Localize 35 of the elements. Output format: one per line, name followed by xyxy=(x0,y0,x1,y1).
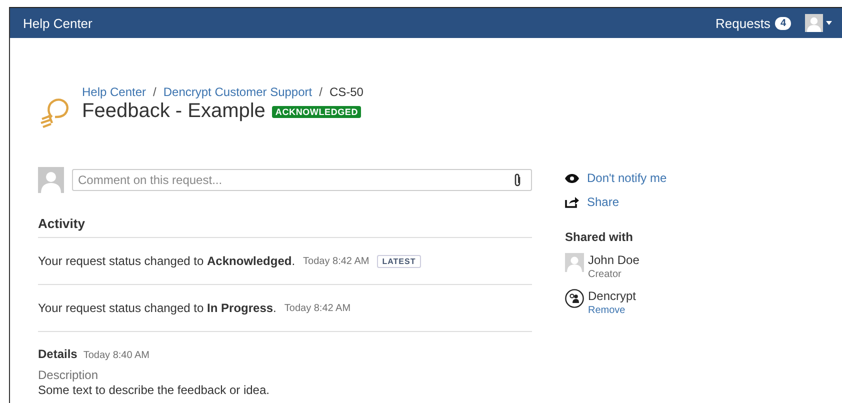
person-name: John Doe xyxy=(588,253,640,267)
requests-link[interactable]: Requests xyxy=(716,16,770,30)
shared-with-heading: Shared with xyxy=(565,230,634,244)
sidebar-action-link[interactable]: Share xyxy=(587,195,620,209)
share-icon xyxy=(565,196,579,208)
caret-icon[interactable] xyxy=(826,21,832,25)
activity-text: Your request status changed to Acknowledged. xyxy=(38,254,296,268)
eye-icon xyxy=(565,174,579,182)
breadcrumb-link[interactable]: Dencrypt Customer Support xyxy=(163,85,312,99)
field-label: Description xyxy=(38,368,100,382)
requests-count: 4 xyxy=(775,16,791,30)
paperclip-icon[interactable] xyxy=(513,173,522,187)
activity-time: Today 8:42 AM xyxy=(284,302,351,314)
person-role: Creator xyxy=(588,269,622,280)
breadcrumb-separator: / xyxy=(319,85,322,99)
breadcrumb-link[interactable]: Help Center xyxy=(82,85,146,99)
details-time: Today 8:40 AM xyxy=(83,350,150,361)
activity-heading: Activity xyxy=(38,216,532,238)
person-name: Dencrypt xyxy=(588,289,636,303)
sidebar-action-link[interactable]: Don't notify me xyxy=(587,171,667,185)
status-lozenge: ACKNOWLEDGED xyxy=(272,106,362,118)
request-title: Feedback - Example xyxy=(82,100,266,123)
breadcrumb-separator: / xyxy=(153,85,156,99)
details-heading: Details xyxy=(38,347,78,361)
activity-time: Today 8:42 AM xyxy=(303,256,370,266)
help-center-link[interactable]: Help Center xyxy=(23,16,92,30)
avatar-icon xyxy=(38,167,64,193)
comment-field[interactable]: Comment on this request... xyxy=(72,169,532,191)
user-avatar-icon xyxy=(565,253,584,272)
latest-lozenge: LATEST xyxy=(377,254,421,268)
request-key: CS-50 xyxy=(329,85,364,99)
activity-text: Your request status changed to In Progress. xyxy=(38,301,276,315)
field-value: Some text to describe the feedback or idea. xyxy=(38,383,270,397)
organization-icon xyxy=(565,289,584,308)
remove-link[interactable]: Remove xyxy=(588,305,636,316)
